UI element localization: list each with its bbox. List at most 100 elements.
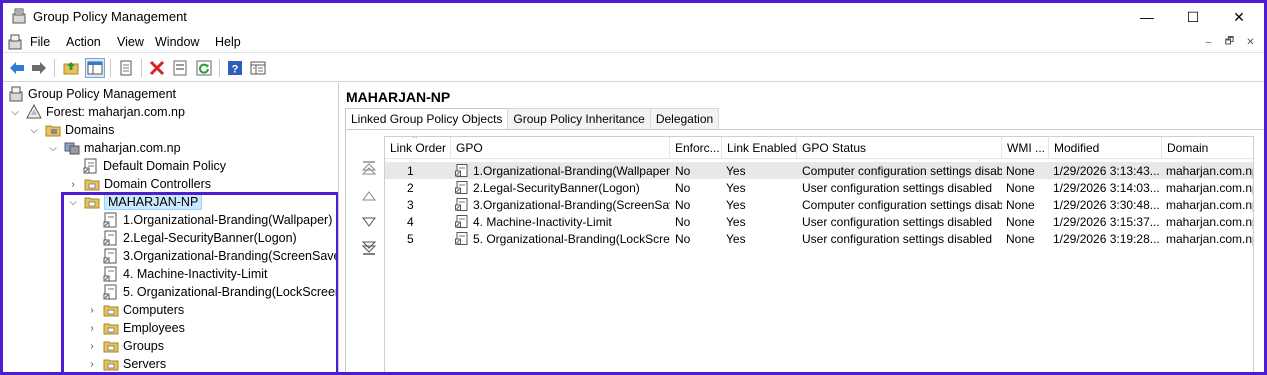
col-modified[interactable]: Modified <box>1049 137 1162 159</box>
copy-button[interactable] <box>116 58 136 78</box>
minimize-icon: — <box>1140 9 1154 25</box>
child-restore-button[interactable]: 🗗 <box>1220 34 1239 50</box>
details-view-button[interactable] <box>248 58 268 78</box>
child-close-button[interactable]: ✕ <box>1241 34 1260 50</box>
cell-status: Computer configuration settings disabled <box>802 198 1002 212</box>
menu-window[interactable]: Window <box>155 35 199 49</box>
menu-action[interactable]: Action <box>66 35 101 49</box>
gpmc-icon <box>9 86 23 102</box>
forest-icon <box>26 104 42 119</box>
move-to-bottom-icon <box>361 241 377 255</box>
gpo-link-icon <box>455 215 468 228</box>
cell-order: 4 <box>407 215 414 229</box>
delete-icon <box>149 60 165 76</box>
up-level-button[interactable] <box>61 58 81 78</box>
back-button[interactable] <box>7 58 27 78</box>
cell-gpo: 3.Organizational-Branding(ScreenSaver) <box>455 198 670 212</box>
cell-enforced: No <box>675 215 691 229</box>
copy-icon <box>120 60 132 76</box>
chevron-right-icon[interactable]: › <box>67 178 79 190</box>
move-bottom-button[interactable] <box>360 240 378 256</box>
tab-gp-inheritance[interactable]: Group Policy Inheritance <box>507 108 651 129</box>
maximize-icon: ☐ <box>1186 8 1200 25</box>
system-menu-icon[interactable] <box>7 34 23 50</box>
cell-gpo: 2.Legal-SecurityBanner(Logon) <box>455 181 670 195</box>
cell-enforced: No <box>675 198 691 212</box>
cell-status: User configuration settings disabled <box>802 181 993 195</box>
cell-enforced: No <box>675 181 691 195</box>
details-tabs: Linked Group Policy Objects Group Policy… <box>345 108 720 130</box>
show-hide-tree-icon <box>87 61 103 75</box>
cell-domain: maharjan.com.np <box>1166 215 1254 229</box>
tree-item-domain-controllers[interactable]: › Domain Controllers <box>67 175 211 193</box>
tree-item-default-domain-policy[interactable]: Default Domain Policy <box>83 157 226 175</box>
child-minimize-button[interactable]: – <box>1199 34 1218 50</box>
title-bar: Group Policy Management — ☐ ✕ <box>3 3 1264 31</box>
menu-view[interactable]: View <box>117 35 144 49</box>
table-row[interactable]: 4 4. Machine-Inactivity-Limit No Yes User co… <box>385 213 1253 230</box>
tree-label: Domains <box>65 123 115 137</box>
annotation-highlight-box <box>61 192 338 372</box>
col-gpo[interactable]: GPO <box>451 137 670 159</box>
refresh-button[interactable] <box>194 58 214 78</box>
cell-modified: 1/29/2026 3:30:48... <box>1053 198 1160 212</box>
tree-item-forest[interactable]: ⌵ Forest: maharjan.com.np <box>9 103 185 121</box>
tree-item-domain[interactable]: ⌵ maharjan.com.np <box>47 139 181 157</box>
cell-status: User configuration settings disabled <box>802 215 993 229</box>
col-link-order[interactable]: ^ Link Order <box>385 137 451 159</box>
details-title: MAHARJAN-NP <box>346 89 451 105</box>
move-down-button[interactable] <box>360 214 378 230</box>
gpo-link-icon <box>455 164 468 177</box>
cell-enforced: No <box>675 164 691 178</box>
cell-gpo: 5. Organizational-Branding(LockScreen) <box>455 232 670 246</box>
move-to-top-icon <box>361 161 377 175</box>
move-up-button[interactable] <box>360 188 378 204</box>
help-icon: ? <box>228 61 242 76</box>
chevron-down-icon[interactable]: ⌵ <box>47 142 59 154</box>
domains-folder-icon <box>45 125 61 137</box>
cell-modified: 1/29/2026 3:13:43... <box>1053 164 1160 178</box>
details-view-icon <box>250 61 266 75</box>
table-row[interactable]: 1 1.Organizational-Branding(Wallpaper) No Y… <box>385 162 1253 179</box>
col-domain[interactable]: Domain <box>1162 137 1253 159</box>
delete-button[interactable] <box>147 58 167 78</box>
close-button[interactable]: ✕ <box>1216 3 1262 31</box>
menu-file[interactable]: File <box>30 35 50 49</box>
col-gpo-status[interactable]: GPO Status <box>797 137 1002 159</box>
ou-folder-icon <box>84 179 100 191</box>
forward-button[interactable] <box>29 58 49 78</box>
tab-linked-gpos[interactable]: Linked Group Policy Objects <box>345 108 509 130</box>
tree-item-gpm-root[interactable]: Group Policy Management <box>8 85 176 103</box>
cell-order: 3 <box>407 198 414 212</box>
tree-item-domains[interactable]: ⌵ Domains <box>28 121 114 139</box>
cell-enabled: Yes <box>726 215 746 229</box>
up-folder-icon <box>63 62 79 75</box>
show-hide-tree-button[interactable] <box>85 58 105 78</box>
cell-enabled: Yes <box>726 232 746 246</box>
maximize-button[interactable]: ☐ <box>1170 3 1216 31</box>
window-title: Group Policy Management <box>33 9 187 24</box>
tree-label: Group Policy Management <box>28 87 176 101</box>
gpo-link-icon <box>83 158 97 174</box>
chevron-down-icon[interactable]: ⌵ <box>28 124 40 136</box>
tree-label: maharjan.com.np <box>84 141 181 155</box>
cell-wmi: None <box>1006 164 1035 178</box>
chevron-down-icon[interactable]: ⌵ <box>9 106 21 118</box>
col-wmi-filter[interactable]: WMI ... <box>1002 137 1049 159</box>
help-button[interactable]: ? <box>225 58 245 78</box>
minimize-button[interactable]: — <box>1124 3 1170 31</box>
table-row[interactable]: 3 3.Organizational-Branding(ScreenSaver) N… <box>385 196 1253 213</box>
move-top-button[interactable] <box>360 160 378 176</box>
table-row[interactable]: 2 2.Legal-SecurityBanner(Logon) No Yes User … <box>385 179 1253 196</box>
toolbar: ? <box>3 54 1264 82</box>
menu-help[interactable]: Help <box>215 35 241 49</box>
col-link-enabled[interactable]: Link Enabled <box>722 137 797 159</box>
properties-icon <box>173 60 187 76</box>
properties-button[interactable] <box>170 58 190 78</box>
table-row[interactable]: 5 5. Organizational-Branding(LockScreen) N… <box>385 230 1253 247</box>
console-tree: Group Policy Management ⌵ Forest: maharj… <box>3 83 339 372</box>
menu-bar: File Action View Window Help – 🗗 ✕ <box>3 31 1264 53</box>
tab-delegation[interactable]: Delegation <box>649 108 720 129</box>
cell-wmi: None <box>1006 215 1035 229</box>
col-enforced[interactable]: Enforc... <box>670 137 722 159</box>
